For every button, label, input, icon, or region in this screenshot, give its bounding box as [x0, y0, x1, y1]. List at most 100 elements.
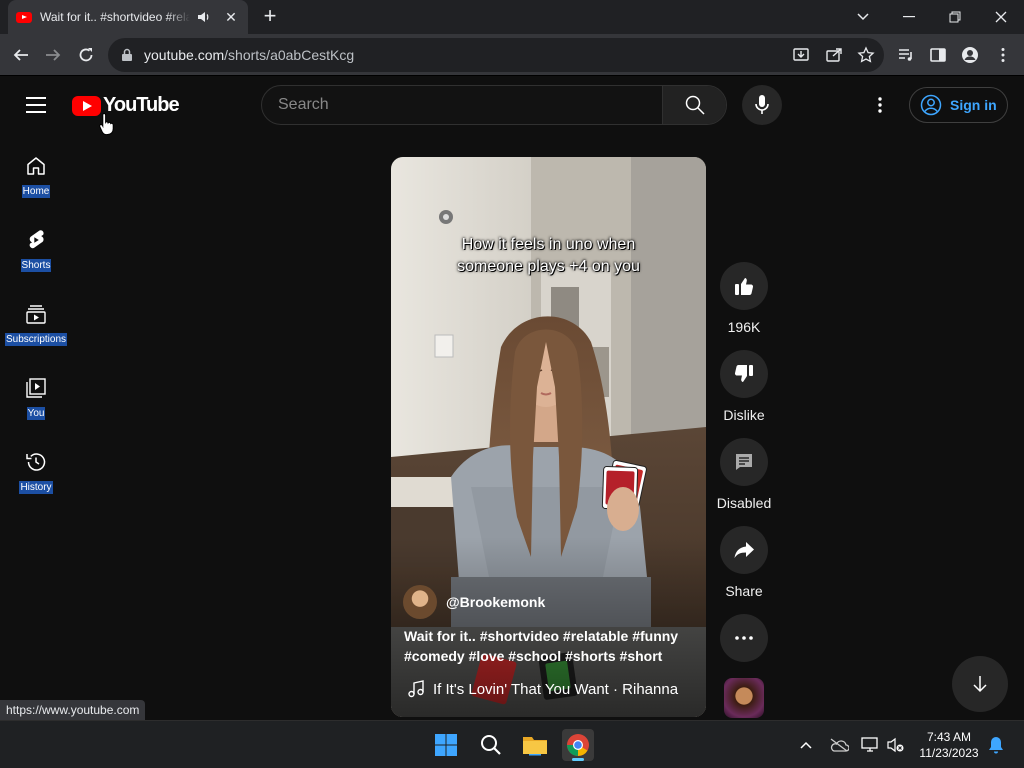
search-button[interactable] [662, 86, 726, 124]
sidebar-label-home: Home [21, 185, 51, 198]
caption-line-1: How it feels in uno when [461, 236, 636, 253]
more-horiz-icon [735, 636, 753, 640]
sidebar-item-history[interactable]: History [0, 444, 72, 518]
tab-close-icon[interactable]: ✕ [222, 9, 240, 26]
file-explorer-button[interactable] [519, 729, 551, 761]
guide-menu-icon[interactable] [26, 97, 46, 113]
sidebar-label-subscriptions: Subscriptions [4, 333, 68, 346]
voice-search-button[interactable] [742, 85, 782, 125]
sidebar-label-you: You [26, 407, 46, 420]
chrome-icon [567, 734, 589, 756]
windows-logo-icon [435, 734, 457, 756]
install-app-icon[interactable] [792, 46, 810, 64]
next-short-button[interactable] [952, 656, 1008, 712]
close-window-button[interactable] [978, 0, 1024, 34]
account-circle-icon [920, 94, 942, 116]
tray-overflow-chevron-icon[interactable] [796, 735, 816, 755]
sign-in-button[interactable]: Sign in [909, 87, 1008, 123]
song-title: If It's Lovin' That You Want · Rihanna [433, 680, 679, 698]
youtube-play-icon [72, 95, 101, 116]
video-caption-overlay: How it feels in uno when someone plays +… [391, 234, 706, 278]
share-arrow-icon [734, 542, 754, 558]
sidebar-item-home[interactable]: Home [0, 148, 72, 222]
history-icon [26, 453, 46, 471]
short-description[interactable]: Wait for it.. #shortvideo #relatable #fu… [404, 626, 694, 666]
shorts-icon [29, 230, 44, 249]
thumb-down-icon [734, 365, 753, 382]
more-vert-icon [878, 97, 882, 113]
browser-toolbar: youtube.com/shorts/a0abCestKcg [0, 34, 1024, 76]
taskbar-search-button[interactable] [475, 729, 507, 761]
folder-icon [523, 737, 547, 756]
forward-button[interactable] [40, 42, 66, 68]
sidebar-item-subscriptions[interactable]: Subscriptions [0, 296, 72, 370]
home-icon [27, 157, 45, 175]
like-count: 196K [727, 319, 761, 335]
url-text: youtube.com/shorts/a0abCestKcg [144, 47, 355, 63]
profile-icon[interactable] [961, 46, 979, 64]
browser-tabstrip: Wait for it.. #shortvideo #relatable #fu… [0, 0, 1024, 34]
subscriptions-icon [26, 305, 46, 324]
system-clock[interactable]: 7:43 AM 11/23/2023 [912, 729, 986, 761]
share-page-icon[interactable] [825, 46, 843, 64]
search-input[interactable] [262, 86, 662, 124]
minimize-button[interactable] [886, 0, 932, 34]
music-attribution[interactable]: If It's Lovin' That You Want · Rihanna [407, 680, 678, 698]
more-actions-button[interactable] [720, 614, 768, 662]
more-action [716, 614, 772, 662]
caption-line-2: someone plays +4 on you [457, 258, 640, 275]
channel-handle[interactable]: @Brookemonk [446, 594, 545, 610]
magnifier-icon [481, 735, 501, 755]
comment-icon [736, 454, 752, 470]
youtube-header: YouTube Sign in [0, 77, 1024, 133]
reload-button[interactable] [73, 42, 99, 68]
comments-label: Disabled [716, 495, 772, 511]
music-note-icon [408, 680, 424, 698]
music-thumbnail[interactable] [724, 678, 764, 718]
channel-avatar[interactable] [403, 585, 437, 619]
restore-button[interactable] [932, 0, 978, 34]
media-control-icon[interactable] [897, 46, 915, 64]
like-action: 196K [716, 262, 772, 335]
onedrive-icon[interactable] [829, 735, 849, 755]
you-icon [26, 378, 46, 398]
like-button[interactable] [720, 262, 768, 310]
link-status-bar: https://www.youtube.com [0, 700, 146, 720]
network-icon[interactable] [860, 735, 880, 755]
youtube-logo[interactable]: YouTube [72, 94, 180, 117]
sidebar-item-shorts[interactable]: Shorts [0, 222, 72, 296]
start-button[interactable] [430, 729, 462, 761]
dislike-action: Dislike [716, 350, 772, 423]
thumb-up-icon [735, 278, 754, 295]
audio-playing-icon[interactable] [196, 9, 212, 25]
browser-tab[interactable]: Wait for it.. #shortvideo #relatable #fu… [8, 0, 248, 34]
sign-in-label: Sign in [950, 97, 997, 113]
side-panel-icon[interactable] [929, 46, 947, 64]
chrome-menu-icon[interactable] [994, 46, 1012, 64]
volume-muted-icon[interactable] [886, 735, 906, 755]
bookmark-star-icon[interactable] [857, 46, 875, 64]
shorts-video-player[interactable]: How it feels in uno when someone plays +… [391, 157, 706, 717]
new-tab-button[interactable]: + [258, 5, 282, 29]
lock-icon[interactable] [120, 48, 134, 62]
youtube-favicon-icon [16, 11, 32, 23]
back-button[interactable] [8, 42, 34, 68]
notification-bell-icon[interactable] [986, 735, 1006, 755]
tab-search-icon[interactable] [840, 0, 886, 34]
chrome-taskbar-button[interactable] [562, 729, 594, 761]
share-action: Share [716, 526, 772, 599]
clock-date: 11/23/2023 [919, 746, 979, 760]
mouse-pointer-icon [99, 112, 114, 136]
search-icon [685, 95, 705, 115]
comments-button[interactable] [720, 438, 768, 486]
share-button[interactable] [720, 526, 768, 574]
dislike-label: Dislike [723, 407, 765, 423]
sidebar-item-you[interactable]: You [0, 370, 72, 444]
share-label: Share [725, 583, 763, 599]
tab-title: Wait for it.. #shortvideo #relatable #fu… [40, 10, 190, 24]
settings-menu-button[interactable] [868, 93, 892, 117]
address-bar[interactable]: youtube.com/shorts/a0abCestKcg [108, 38, 884, 72]
arrow-down-icon [973, 676, 987, 693]
dislike-button[interactable] [720, 350, 768, 398]
channel-info[interactable]: @Brookemonk [403, 585, 545, 619]
